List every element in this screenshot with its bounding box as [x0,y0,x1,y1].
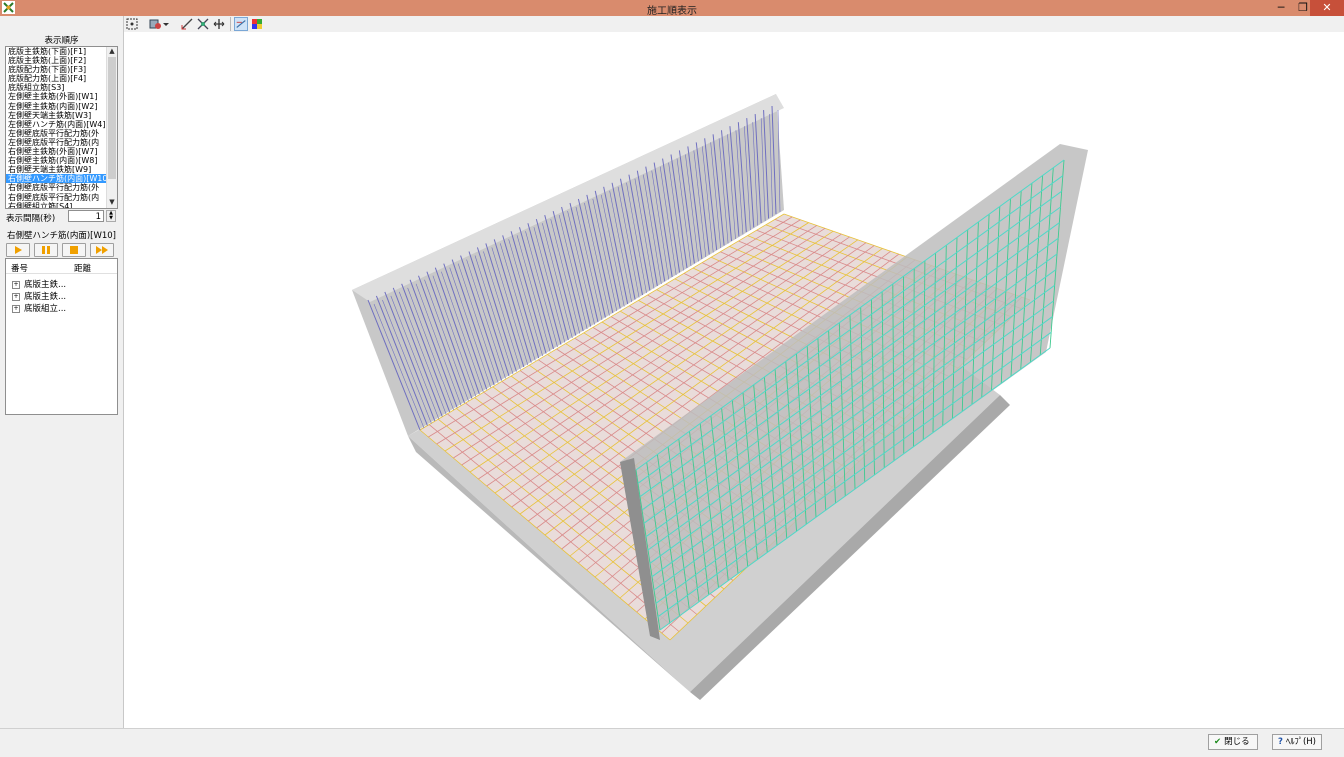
stop-icon [63,244,85,256]
interval-input[interactable]: 1 [68,210,104,222]
order-list-item[interactable]: 底版配力筋(上面)[F4] [6,74,108,83]
left-panel: 表示順序 底版主鉄筋(下面)[F1]底版主鉄筋(上面)[F2]底版配力筋(下面)… [0,16,124,728]
view-direction-icon[interactable] [148,17,162,31]
order-header: 表示順序 [6,34,117,46]
help-button[interactable]: ?ﾍﾙﾌﾟ(H) [1272,734,1322,750]
order-list-item[interactable]: 左側壁主鉄筋(外面)[W1] [6,92,108,101]
color-legend-icon[interactable] [250,17,264,31]
window-title: 施工順表示 [0,2,1344,17]
order-list-item[interactable]: 左側壁天端主鉄筋[W3] [6,111,108,120]
tree-node[interactable]: + 底版主鉄... [12,278,66,290]
status-bar [0,728,1344,757]
pan-icon[interactable] [212,17,226,31]
fast-forward-icon [91,244,113,256]
scroll-down-icon[interactable]: ▼ [107,198,117,207]
order-list-item[interactable]: 右側壁天端主鉄筋[W9] [6,165,108,174]
expand-icon[interactable]: + [12,293,20,301]
toolbar-divider [230,17,231,31]
column-distance[interactable]: 距離 [74,262,91,274]
minimize-button[interactable]: ─ [1270,0,1292,16]
current-item-label: 右側壁ハンチ筋(内面)[W10] [6,229,117,241]
interval-label: 表示間隔(秒) [6,212,55,224]
rebar-3d-scene[interactable] [124,32,1344,728]
column-number[interactable]: 番号 [11,262,28,274]
order-list-item[interactable]: 左側壁底版平行配力筋(外 [6,129,108,138]
close-window-button[interactable]: ✕ [1310,0,1344,16]
scroll-up-icon[interactable]: ▲ [107,47,117,56]
view-dropdown-icon[interactable] [162,17,170,31]
order-list-item[interactable]: 右側壁組立筋[S4] [6,202,108,209]
order-list-item[interactable]: 左側壁主鉄筋(内面)[W2] [6,102,108,111]
rebar-tree[interactable]: 番号 距離 + 底版主鉄... + 底版主鉄... + 底版組立... [5,258,118,415]
order-list-item[interactable]: 左側壁底版平行配力筋(内 [6,138,108,147]
check-icon: ✔ [1214,737,1221,747]
stop-button[interactable] [62,243,86,257]
close-button-label: 閉じる [1224,737,1250,747]
order-list-item[interactable]: 底版配力筋(下面)[F3] [6,65,108,74]
scroll-thumb[interactable] [108,57,116,179]
play-icon [7,244,29,256]
order-list-item[interactable]: 右側壁底版平行配力筋(外 [6,183,108,192]
help-button-label: ﾍﾙﾌﾟ(H) [1286,737,1316,747]
order-listbox[interactable]: 底版主鉄筋(下面)[F1]底版主鉄筋(上面)[F2]底版配力筋(下面)[F3]底… [5,46,118,209]
order-list-items: 底版主鉄筋(下面)[F1]底版主鉄筋(上面)[F2]底版配力筋(下面)[F3]底… [6,47,117,209]
order-list-item[interactable]: 右側壁主鉄筋(外面)[W7] [6,147,108,156]
list-scrollbar[interactable]: ▲ ▼ [106,47,117,208]
tree-node-label: 底版主鉄... [24,280,66,290]
pause-icon [35,244,57,256]
rotate-icon[interactable] [180,17,194,31]
expand-icon[interactable]: + [12,305,20,313]
close-button[interactable]: ✔閉じる [1208,734,1258,750]
order-list-item[interactable]: 底版組立筋[S3] [6,83,108,92]
play-button[interactable] [6,243,30,257]
order-list-item[interactable]: 左側壁ハンチ筋(内面)[W4] [6,120,108,129]
tree-node-label: 底版組立... [24,304,66,314]
tree-header: 番号 距離 [6,259,117,274]
tree-node-label: 底版主鉄... [24,292,66,302]
view-toolbar [124,16,1344,32]
pause-button[interactable] [34,243,58,257]
title-bar: 施工順表示 ─ ❐ ✕ [0,0,1344,16]
order-list-item[interactable]: 底版主鉄筋(上面)[F2] [6,56,108,65]
order-list-item[interactable]: 右側壁主鉄筋(内面)[W8] [6,156,108,165]
help-icon: ? [1278,737,1283,747]
interval-spinner[interactable]: ▲▼ [106,210,116,222]
expand-icon[interactable]: + [12,281,20,289]
animation-mode-icon[interactable] [234,17,248,31]
zoom-icon[interactable] [196,17,210,31]
3d-viewport[interactable] [124,32,1344,728]
tree-node[interactable]: + 底版組立... [12,302,66,314]
tree-node[interactable]: + 底版主鉄... [12,290,66,302]
fit-view-icon[interactable] [125,17,139,31]
fast-forward-button[interactable] [90,243,114,257]
order-list-item[interactable]: 右側壁底版平行配力筋(内 [6,193,108,202]
order-list-item[interactable]: 右側壁ハンチ筋(内面)[W10 [6,174,108,183]
order-list-item[interactable]: 底版主鉄筋(下面)[F1] [6,47,108,56]
